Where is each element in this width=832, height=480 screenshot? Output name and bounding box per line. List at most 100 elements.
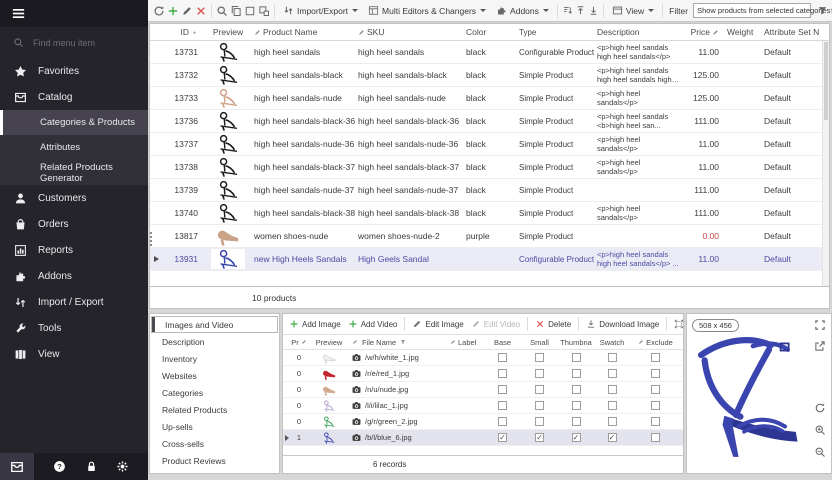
column-thumbnail[interactable]: Thumbna (558, 338, 594, 347)
zoom-in-icon[interactable] (814, 424, 826, 436)
product-row-13738[interactable]: 13738 high heel sandals-black-37 high he… (150, 156, 829, 179)
tab-images-and-video[interactable]: Images and Video (151, 316, 278, 333)
product-row-13739[interactable]: 13739 high heel sandals-nude-37 high hee… (150, 179, 829, 202)
edit-image-button[interactable]: Edit Image (410, 319, 465, 329)
bottom-icon-products[interactable] (0, 453, 34, 480)
checkbox-exclude[interactable] (651, 385, 660, 394)
tab-product-reviews[interactable]: Product Reviews (151, 452, 278, 469)
image-row-r-e-red-1-jpg[interactable]: 0 /r/e/red_1.jpg (283, 366, 683, 382)
image-row-b-l-blue-6-jpg[interactable]: 1 /b/l/blue_6.jpg (283, 430, 683, 446)
copy-button[interactable] (230, 3, 242, 19)
image-row-w-h-white-1-jpg[interactable]: 0 /w/h/white_1.jpg (283, 350, 683, 366)
checkbox-thumb[interactable] (572, 369, 581, 378)
checkbox-thumb[interactable] (572, 417, 581, 426)
menu-addons[interactable]: Addons (492, 3, 553, 19)
column-price[interactable]: Price (686, 27, 724, 37)
category-filter-select[interactable]: Show products from selected categories (693, 3, 811, 18)
sidebar-item-addons[interactable]: Addons (0, 263, 148, 289)
column-label[interactable]: Label (448, 338, 484, 347)
open-external-icon[interactable] (814, 340, 826, 352)
column-base[interactable]: Base (484, 338, 521, 347)
column-attribute-set[interactable]: Attribute Set Name (761, 27, 819, 37)
checkbox-exclude[interactable] (651, 353, 660, 362)
rotate-icon[interactable] (814, 402, 826, 414)
column-preview[interactable]: Preview (205, 27, 251, 37)
column-weight[interactable]: Weight (724, 27, 761, 37)
product-row-13733[interactable]: 13733 high heel sandals-nude high heel s… (150, 87, 829, 110)
column-description[interactable]: Description (594, 27, 686, 37)
column-swatch[interactable]: Swatch (594, 338, 630, 347)
checkbox-swatch[interactable] (608, 369, 617, 378)
tab-up-sells[interactable]: Up-sells (151, 418, 278, 435)
column-product-name[interactable]: Product Name (251, 27, 355, 37)
splitter-handle[interactable] (150, 232, 155, 246)
menu-import-export[interactable]: Import/Export (279, 3, 362, 19)
add-button[interactable] (167, 3, 179, 19)
checkbox-base[interactable] (498, 353, 507, 362)
duplicate-button[interactable] (258, 3, 270, 19)
menu-search-input[interactable] (31, 37, 126, 49)
checkbox-small[interactable] (535, 417, 544, 426)
bottom-icon-settings[interactable] (116, 460, 129, 473)
add-video-button[interactable]: Add Video (346, 319, 400, 329)
checkbox-small[interactable] (535, 353, 544, 362)
image-row-n-u-nude-jpg[interactable]: 0 /n/u/nude.jpg (283, 382, 683, 398)
column-preview[interactable]: Preview (308, 338, 350, 347)
sidebar-item-orders[interactable]: Orders (0, 211, 148, 237)
search-button[interactable] (216, 3, 228, 19)
select-cell-button[interactable] (244, 3, 256, 19)
bottom-icon-help[interactable]: ? (53, 460, 66, 473)
checkbox-base[interactable] (498, 433, 507, 442)
checkbox-thumb[interactable] (572, 353, 581, 362)
delete-button[interactable]: Delete (533, 319, 573, 329)
image-row-l-i-lilac-1-jpg[interactable]: 0 /l/i/lilac_1.jpg (283, 398, 683, 414)
checkbox-thumb[interactable] (572, 401, 581, 410)
sidebar-subitem-related-products-generator[interactable]: Related Products Generator (0, 160, 148, 185)
checkbox-swatch[interactable] (608, 353, 617, 362)
sidebar-item-reports[interactable]: Reports (0, 237, 148, 263)
column-small[interactable]: Small (521, 338, 558, 347)
product-row-13931[interactable]: 13931 new High Heels Sandals High Geels … (150, 248, 829, 271)
product-row-13736[interactable]: 13736 high heel sandals-black-36 high he… (150, 110, 829, 133)
refresh-button[interactable] (153, 3, 165, 19)
edit-button[interactable] (181, 3, 193, 19)
checkbox-small[interactable] (535, 433, 544, 442)
column-type[interactable]: Type (516, 28, 594, 37)
checkbox-base[interactable] (498, 369, 507, 378)
add-image-button[interactable]: Add Image (287, 319, 343, 329)
checkbox-swatch[interactable] (608, 433, 617, 442)
tab-description[interactable]: Description (151, 333, 278, 350)
fullscreen-icon[interactable] (814, 319, 826, 331)
checkbox-exclude[interactable] (651, 417, 660, 426)
checkbox-exclude[interactable] (651, 401, 660, 410)
sidebar-subitem-attributes[interactable]: Attributes (0, 135, 148, 160)
move-up-button[interactable] (575, 3, 586, 19)
move-down-button[interactable] (588, 3, 599, 19)
product-row-13731[interactable]: 13731 high heel sandals high heel sandal… (150, 41, 829, 64)
checkbox-small[interactable] (535, 401, 544, 410)
sidebar-item-catalog[interactable]: Catalog (0, 84, 148, 110)
column-file-name[interactable]: File Name (350, 338, 448, 347)
product-row-13732[interactable]: 13732 high heel sandals-black high heel … (150, 64, 829, 87)
column-id[interactable]: ID (163, 27, 205, 37)
checkbox-base[interactable] (498, 401, 507, 410)
menu-filters[interactable]: Filters (813, 3, 832, 19)
checkbox-swatch[interactable] (608, 401, 617, 410)
sort-button[interactable] (562, 3, 573, 19)
checkbox-thumb[interactable] (572, 433, 581, 442)
product-row-13737[interactable]: 13737 high heel sandals-nude-36 high hee… (150, 133, 829, 156)
column-color[interactable]: Color (463, 27, 516, 37)
sidebar-item-view[interactable]: View (0, 341, 148, 367)
checkbox-swatch[interactable] (608, 417, 617, 426)
sidebar-item-tools[interactable]: Tools (0, 315, 148, 341)
sidebar-item-import-export[interactable]: Import / Export (0, 289, 148, 315)
tab-cross-sells[interactable]: Cross-sells (151, 435, 278, 452)
checkbox-base[interactable] (498, 417, 507, 426)
edit-video-button[interactable]: Edit Video (469, 319, 522, 329)
checkbox-small[interactable] (535, 385, 544, 394)
column-sku[interactable]: SKU (355, 27, 463, 37)
sidebar-item-customers[interactable]: Customers (0, 185, 148, 211)
checkbox-exclude[interactable] (651, 433, 660, 442)
tab-categories[interactable]: Categories (151, 384, 278, 401)
checkbox-base[interactable] (498, 385, 507, 394)
